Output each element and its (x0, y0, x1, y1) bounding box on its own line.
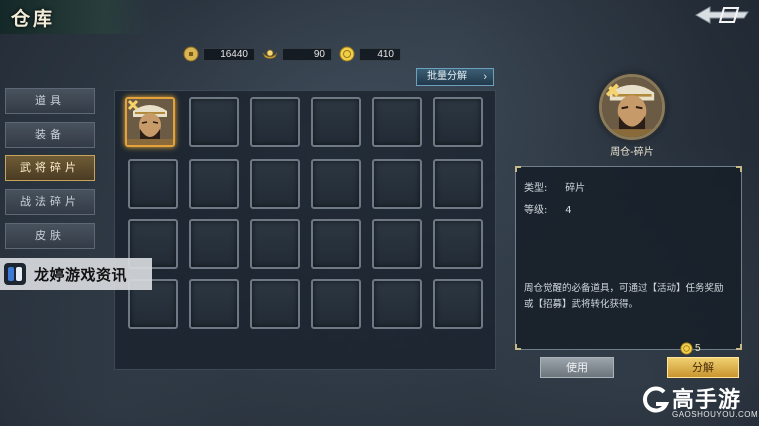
panel-corner (736, 166, 742, 172)
watermark-banner: 龙婷游戏资讯 (0, 258, 152, 290)
info-type-label: 类型: (524, 183, 548, 194)
back-arrow-icon (694, 6, 749, 24)
inventory-slot[interactable] (189, 159, 239, 209)
gold-coin-icon (680, 341, 693, 355)
item-info-panel: 类型: 碎片 等级: 4 周仓觉醒的必备道具，可通过【活动】任务奖励 或【招募】… (515, 166, 742, 350)
info-type-row: 类型: 碎片 (524, 179, 585, 194)
inventory-slot[interactable] (433, 219, 483, 269)
chevron-right-icon: › (483, 71, 487, 83)
brand-logo: 高手游 GAOSHOUYOU.COM (640, 380, 758, 424)
inventory-slot[interactable] (372, 97, 422, 147)
info-level-value: 4 (565, 205, 572, 216)
gold-coin-icon (339, 46, 355, 62)
title-bar: 仓库 (0, 0, 150, 34)
page-title: 仓库 (11, 8, 56, 30)
inventory-slot[interactable] (433, 159, 483, 209)
inventory-slot[interactable] (433, 279, 483, 329)
use-button[interactable]: 使用 (540, 357, 614, 378)
inventory-slot[interactable] (128, 159, 178, 209)
inventory-slot[interactable] (372, 159, 422, 209)
currency-ingot-value: 90 (282, 47, 332, 61)
inventory-slot[interactable] (250, 159, 300, 209)
tab-label: 皮肤 (35, 229, 65, 242)
inventory-slot[interactable] (250, 219, 300, 269)
info-level-label: 等级: (524, 205, 548, 216)
general-portrait-icon (127, 99, 173, 145)
inventory-slot[interactable] (189, 279, 239, 329)
inventory-slot[interactable] (372, 219, 422, 269)
gold-ingot-icon (262, 49, 278, 59)
use-button-label: 使用 (566, 361, 588, 374)
inventory-slot[interactable] (311, 279, 361, 329)
watermark-text: 龙婷游戏资讯 (34, 265, 128, 284)
inventory-slot[interactable] (311, 97, 361, 147)
currency-copper-value: 16440 (203, 47, 255, 61)
decompose-button-label: 分解 (692, 361, 714, 374)
back-button[interactable] (694, 4, 752, 26)
tab-tactic-fragments[interactable]: 战法碎片 (5, 189, 95, 215)
decompose-cost-value: 5 (695, 342, 701, 354)
brand-domain: GAOSHOUYOU.COM (672, 410, 759, 419)
decompose-button[interactable]: 分解 (667, 357, 739, 378)
tab-label: 武将碎片 (20, 161, 80, 174)
tab-label: 道具 (35, 94, 65, 107)
tab-items[interactable]: 道具 (5, 88, 95, 114)
tab-label: 战法碎片 (20, 195, 80, 208)
batch-decompose-label: 批量分解 (427, 71, 467, 82)
tab-equipment[interactable]: 装备 (5, 122, 95, 148)
inventory-slot[interactable] (372, 279, 422, 329)
general-portrait-icon (602, 77, 662, 137)
inventory-grid (114, 90, 496, 370)
copper-coin-icon (183, 46, 199, 62)
brand-g-icon (642, 386, 670, 413)
tab-skins[interactable]: 皮肤 (5, 223, 95, 249)
inventory-slot[interactable] (433, 97, 483, 147)
batch-decompose-button[interactable]: 批量分解 › (416, 68, 494, 86)
item-description: 周仓觉醒的必备道具，可通过【活动】任务奖励 或【招募】武将转化获得。 (524, 281, 736, 313)
decompose-cost: 5 (680, 341, 701, 355)
panel-corner (736, 344, 742, 350)
detail-item-name: 周仓-碎片 (610, 147, 654, 158)
panel-corner (515, 166, 521, 172)
inventory-slot-zhoucang-fragment[interactable] (125, 97, 175, 147)
inventory-slot[interactable] (311, 159, 361, 209)
inventory-slot[interactable] (250, 97, 300, 147)
info-level-row: 等级: 4 (524, 201, 572, 216)
inventory-slot[interactable] (189, 219, 239, 269)
item-description-line: 周仓觉醒的必备道具，可通过【活动】任务奖励 (524, 283, 724, 294)
info-type-value: 碎片 (565, 183, 586, 194)
watermark-logo-icon (4, 263, 26, 285)
inventory-slot[interactable] (250, 279, 300, 329)
currency-gold-value: 410 (359, 47, 401, 61)
currency-gold: 410 (339, 46, 401, 62)
detail-portrait (599, 74, 665, 140)
inventory-slot[interactable] (311, 219, 361, 269)
tab-label: 装备 (35, 128, 65, 141)
currency-ingot: 90 (262, 46, 332, 62)
currency-copper: 16440 (183, 46, 255, 62)
tab-general-fragments[interactable]: 武将碎片 (5, 155, 95, 181)
inventory-slot[interactable] (189, 97, 239, 147)
panel-corner (515, 344, 521, 350)
item-description-line: 或【招募】武将转化获得。 (524, 299, 639, 310)
